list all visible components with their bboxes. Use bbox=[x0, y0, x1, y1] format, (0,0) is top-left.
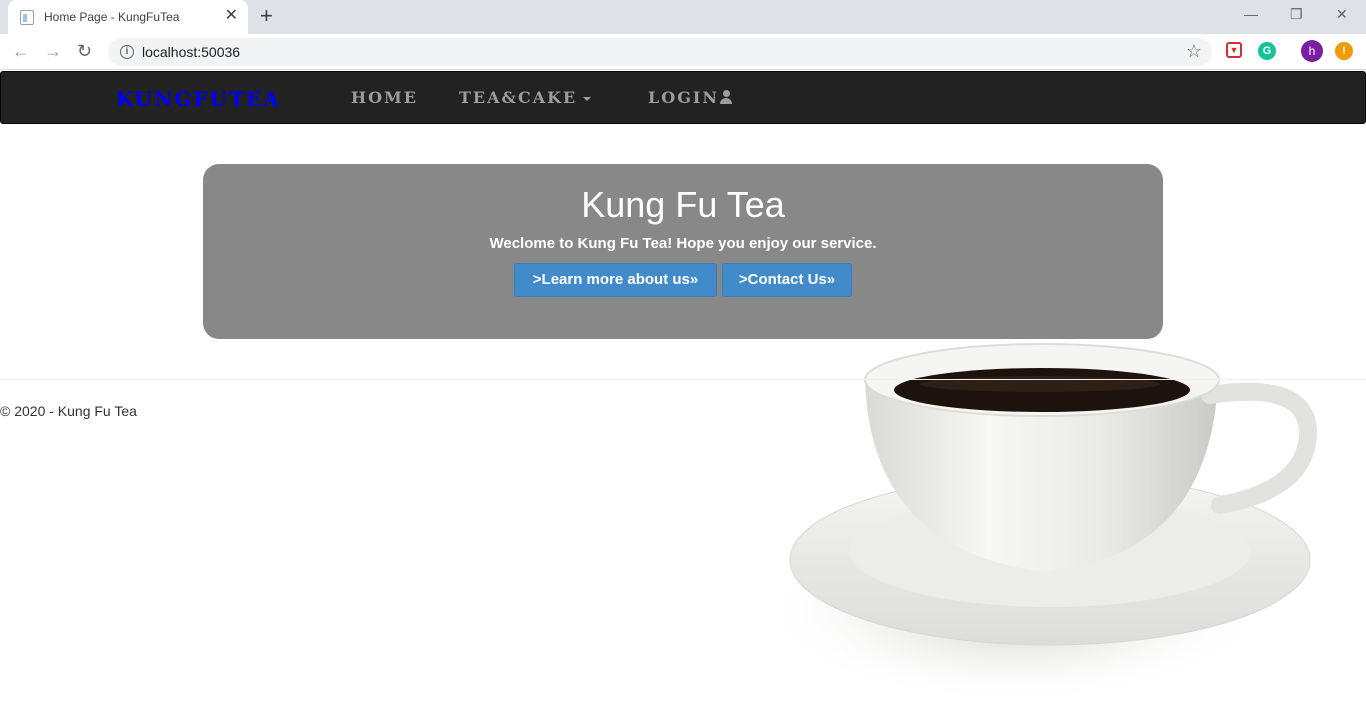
caret-down-icon bbox=[583, 96, 592, 101]
browser-toolbar: ← → ↻ i localhost:50036 ☆ ▼ G h ! bbox=[0, 34, 1366, 70]
url-text[interactable]: localhost:50036 bbox=[142, 44, 240, 60]
nav-tea-cake-dropdown[interactable]: Tea&Cake bbox=[459, 88, 592, 107]
new-tab-button[interactable]: + bbox=[260, 5, 273, 27]
alert-badge-icon[interactable]: ! bbox=[1335, 42, 1353, 60]
learn-more-button[interactable]: >Learn more about us» bbox=[514, 263, 717, 297]
back-arrow-icon[interactable]: ← bbox=[12, 40, 30, 62]
info-icon[interactable]: i bbox=[120, 45, 134, 59]
brand-link[interactable]: KungFuTea bbox=[116, 87, 281, 111]
jumbotron-title: Kung Fu Tea bbox=[581, 184, 785, 225]
browser-tabstrip: Home Page - KungFuTea ✕ + — ❐ ✕ bbox=[0, 0, 1366, 34]
grammarly-extension-icon[interactable]: G bbox=[1258, 42, 1276, 60]
nav-login-label: Login bbox=[648, 88, 719, 107]
browser-tab[interactable]: Home Page - KungFuTea ✕ bbox=[8, 0, 248, 34]
user-icon bbox=[719, 90, 733, 104]
contact-us-button[interactable]: >Contact Us» bbox=[722, 263, 852, 297]
coffee-cup-image bbox=[760, 343, 1317, 705]
close-window-button[interactable]: ✕ bbox=[1336, 6, 1348, 23]
nav-home-label: Home bbox=[351, 88, 418, 107]
jumbotron-lead: Weclome to Kung Fu Tea! Hope you enjoy o… bbox=[489, 235, 877, 252]
nav-login[interactable]: Login bbox=[648, 88, 733, 107]
nav-home[interactable]: Home bbox=[351, 88, 418, 107]
footer-divider bbox=[0, 379, 1366, 380]
restore-button[interactable]: ❐ bbox=[1290, 6, 1303, 23]
forward-arrow-icon[interactable]: → bbox=[44, 40, 62, 62]
footer-copyright: © 2020 - Kung Fu Tea bbox=[0, 403, 137, 419]
reload-icon[interactable]: ↻ bbox=[77, 40, 92, 62]
pocket-extension-icon[interactable]: ▼ bbox=[1226, 42, 1242, 58]
star-icon[interactable]: ☆ bbox=[1186, 41, 1202, 62]
profile-avatar[interactable]: h bbox=[1301, 40, 1323, 62]
address-bar[interactable]: i localhost:50036 ☆ bbox=[108, 38, 1212, 66]
nav-tea-cake-label: Tea&Cake bbox=[459, 88, 578, 107]
tab-title: Home Page - KungFuTea bbox=[44, 10, 180, 24]
minimize-button[interactable]: — bbox=[1244, 6, 1258, 22]
page-favicon-icon bbox=[20, 10, 34, 25]
site-navbar: KungFuTea Home Tea&Cake Login bbox=[0, 71, 1366, 124]
jumbotron: Kung Fu Tea Weclome to Kung Fu Tea! Hope… bbox=[203, 164, 1163, 339]
tab-close-icon[interactable]: ✕ bbox=[225, 7, 238, 25]
